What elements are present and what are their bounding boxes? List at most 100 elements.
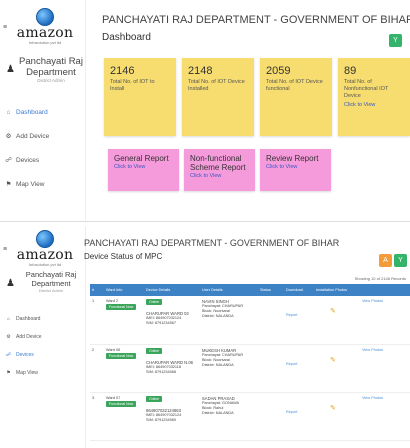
device-status-badge: Online bbox=[146, 299, 163, 305]
stat-label: Total No. of IOT Device Installed bbox=[188, 79, 245, 92]
stat-value: 2146 bbox=[110, 65, 135, 77]
user-profile[interactable]: ♟ Panchayati Raj Department District Adm… bbox=[6, 270, 84, 293]
user-profile[interactable]: ♟ Panchayati Raj Department District Adm… bbox=[6, 56, 84, 83]
stat-card-nonfunctional[interactable]: 89 Total No. of Nonfunctional IOT Device… bbox=[338, 58, 410, 136]
nav-label: Map View bbox=[16, 180, 45, 188]
stat-value: 89 bbox=[344, 65, 357, 77]
edit-pencil-icon[interactable]: ✎ bbox=[316, 357, 358, 364]
edit-pencil-icon[interactable]: ✎ bbox=[316, 405, 358, 412]
stat-card-installed[interactable]: 2148 Total No. of IOT Device Installed bbox=[182, 58, 254, 136]
stat-value: 2148 bbox=[188, 65, 213, 77]
nav-item-dashboard[interactable]: ⌂ Dashboard bbox=[4, 100, 84, 124]
ward-status-badge: Functional Now bbox=[106, 400, 137, 407]
menu-toggle-icon[interactable]: ≡ bbox=[3, 246, 7, 253]
dashboard-screen: ≡ amazon Infosolution pvt ltd ♟ Panchaya… bbox=[0, 0, 410, 222]
download-cell: Report bbox=[284, 296, 314, 345]
user-district: District: NALANDA bbox=[202, 410, 234, 415]
report-card-nonfunctional[interactable]: Non-functional Scheme Report Click to Vi… bbox=[184, 149, 255, 191]
stat-card-functional[interactable]: 2059 Total No. of IOT Device functional bbox=[260, 58, 332, 136]
click-to-view-link[interactable]: Click to View bbox=[266, 164, 325, 170]
corner-button[interactable]: Y bbox=[389, 34, 402, 47]
report-title: Non-functional Scheme Report bbox=[190, 154, 246, 172]
view-photos-link[interactable]: View Photos bbox=[362, 396, 408, 401]
status-cell bbox=[258, 392, 284, 441]
stat-value: 2059 bbox=[266, 65, 291, 77]
report-link[interactable]: Report bbox=[286, 313, 312, 318]
device-table: # Ward Info Device Details User Details … bbox=[90, 284, 410, 441]
sidebar-nav: ⌂ Dashboard ⚙ Add Device ☍ Devices ⚑ Map… bbox=[4, 310, 84, 382]
ward-name: Ward 07 bbox=[106, 395, 121, 400]
corner-button-y[interactable]: Y bbox=[394, 254, 407, 267]
nav-label: Dashboard bbox=[16, 316, 41, 322]
view-photos-link[interactable]: View Photos bbox=[362, 348, 408, 353]
ward-name: Ward 06 bbox=[106, 347, 121, 352]
dept-title: PANCHAYATI RAJ DEPARTMENT - GOVERNMENT O… bbox=[84, 238, 340, 248]
stat-label: Total No. of IOT Device functional bbox=[266, 79, 323, 92]
map-icon: ⚑ bbox=[5, 181, 12, 188]
user-role: District Admin bbox=[37, 78, 65, 83]
click-to-view-link[interactable]: Click to View bbox=[190, 173, 249, 179]
user-name: Panchayati Raj Department bbox=[19, 56, 83, 78]
brand-name: amazon bbox=[16, 25, 74, 41]
click-to-view-link[interactable]: Click to View bbox=[344, 102, 404, 108]
nav-item-add-device[interactable]: ⚙ Add Device bbox=[4, 328, 84, 346]
nav-item-map-view[interactable]: ⚑ Map View bbox=[4, 172, 84, 196]
ward-cell: Ward 07 Functional Now bbox=[104, 392, 144, 441]
brand-logo: amazon Infosolution pvt ltd bbox=[14, 8, 76, 45]
report-link[interactable]: Report bbox=[286, 410, 312, 415]
globe-icon bbox=[36, 8, 54, 26]
device-sim: SIM: 8791234568 bbox=[146, 369, 176, 374]
main-content: PANCHAYATI RAJ DEPARTMENT - GOVERNMENT O… bbox=[90, 0, 410, 221]
nav-label: Add Device bbox=[16, 132, 50, 140]
view-photos-link[interactable]: View Photos bbox=[362, 299, 408, 304]
device-status-screen: ≡ amazon Infosolution pvt ltd ♟ Panchaya… bbox=[0, 226, 410, 448]
menu-toggle-icon[interactable]: ≡ bbox=[3, 24, 7, 31]
col-status[interactable]: Status bbox=[258, 284, 284, 296]
user-role: District Admin bbox=[38, 288, 64, 293]
device-cell: Online CHARUPAR WARD N.06 IMEI: 86490703… bbox=[144, 344, 200, 393]
col-download[interactable]: Download bbox=[284, 284, 314, 296]
device-cell: Online 864907032124863 IMEI: 86490703212… bbox=[144, 392, 200, 441]
row-num: 2 bbox=[90, 344, 104, 393]
device-icon: ☍ bbox=[5, 352, 12, 358]
ward-status-badge: Functional Now bbox=[106, 352, 137, 359]
nav-item-add-device[interactable]: ⚙ Add Device bbox=[4, 124, 84, 148]
user-district: District: NALANDA bbox=[202, 362, 234, 367]
records-count: Showing 10 of 2146 Records bbox=[354, 276, 406, 281]
edit-pencil-icon[interactable]: ✎ bbox=[316, 308, 358, 315]
click-to-view-link[interactable]: Click to View bbox=[114, 164, 173, 170]
stat-card-to-install[interactable]: 2146 Total No. of IOT to Install bbox=[104, 58, 176, 136]
nav-label: Add Device bbox=[16, 334, 42, 340]
col-user[interactable]: User Details bbox=[200, 284, 258, 296]
user-cell: NAVIN SINGH Panchayat: CHARUPAR Block: N… bbox=[200, 296, 258, 345]
actions-cell: View Photos bbox=[360, 296, 410, 345]
main-content: PANCHAYATI RAJ DEPARTMENT - GOVERNMENT O… bbox=[84, 226, 410, 448]
report-link[interactable]: Report bbox=[286, 362, 312, 367]
col-photos[interactable]: Installation Photos bbox=[314, 284, 360, 296]
nav-label: Map View bbox=[16, 370, 38, 376]
map-icon: ⚑ bbox=[6, 370, 11, 376]
col-num[interactable]: # bbox=[90, 284, 104, 296]
user-cell: MUKESH KUMAR Panchayat: CHARUPAR Block: … bbox=[200, 344, 258, 393]
corner-button-a[interactable]: A bbox=[379, 254, 392, 267]
report-card-review[interactable]: Review Report Click to View bbox=[260, 149, 331, 191]
add-device-icon: ⚙ bbox=[5, 133, 12, 140]
report-title: General Report bbox=[114, 154, 169, 163]
nav-item-map-view[interactable]: ⚑ Map View bbox=[4, 364, 84, 382]
actions-cell: View Photos bbox=[360, 392, 410, 441]
col-device[interactable]: Device Details bbox=[144, 284, 200, 296]
report-card-general[interactable]: General Report Click to View bbox=[108, 149, 179, 191]
ward-cell: Ward 06 Functional Now bbox=[104, 344, 144, 393]
stat-label: Total No. of IOT to Install bbox=[110, 79, 155, 92]
report-title: Review Report bbox=[266, 154, 319, 163]
photos-cell: ✎ bbox=[314, 344, 360, 393]
nav-item-devices[interactable]: ☍ Devices bbox=[4, 148, 84, 172]
col-ward[interactable]: Ward Info bbox=[104, 284, 144, 296]
sidebar: ≡ amazon Infosolution pvt ltd ♟ Panchaya… bbox=[0, 226, 86, 448]
photos-cell: ✎ bbox=[314, 296, 360, 345]
table-row: 3 Ward 07 Functional Now Online 86490703… bbox=[90, 392, 410, 441]
nav-item-dashboard[interactable]: ⌂ Dashboard bbox=[4, 310, 84, 328]
brand-name: amazon bbox=[16, 247, 74, 263]
nav-item-devices[interactable]: ☍ Devices bbox=[4, 346, 84, 364]
ward-status-badge: Functional Now bbox=[106, 304, 137, 310]
